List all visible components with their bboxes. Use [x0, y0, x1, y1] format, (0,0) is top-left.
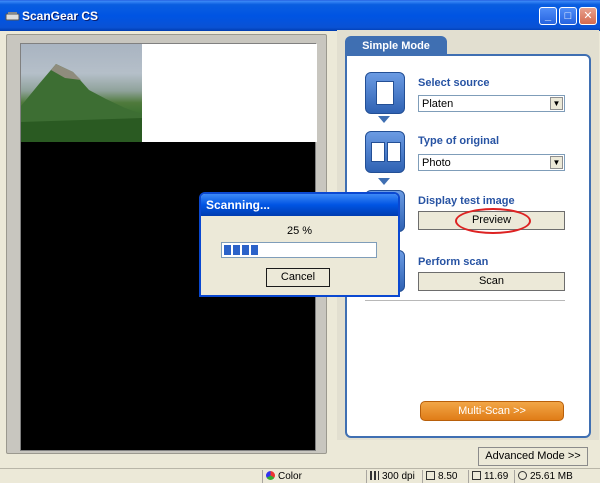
resolution-icon — [370, 471, 379, 480]
select-source-value: Platen — [422, 98, 454, 110]
width-text: 8.50 — [438, 471, 458, 482]
color-mode-icon — [266, 471, 275, 480]
maximize-button[interactable]: □ — [559, 7, 577, 25]
scan-button[interactable]: Scan — [418, 272, 565, 291]
divider — [365, 300, 565, 301]
status-color-mode: Color — [262, 470, 364, 483]
perform-scan-label: Perform scan — [418, 256, 489, 268]
minimize-button[interactable]: _ — [539, 7, 557, 25]
display-test-image-label: Display test image — [418, 195, 515, 207]
multi-scan-button[interactable]: Multi-Scan >> — [420, 401, 564, 421]
status-resolution: 300 dpi — [366, 470, 420, 483]
progress-segment — [224, 245, 231, 255]
type-of-original-value: Photo — [422, 157, 451, 169]
type-of-original-label: Type of original — [418, 135, 500, 147]
type-of-original-icon — [365, 131, 405, 173]
cancel-button[interactable]: Cancel — [266, 268, 330, 287]
dialog-title: Scanning... — [201, 194, 398, 216]
status-height: 11.69 — [468, 470, 512, 483]
progress-percent: 25 % — [286, 225, 313, 237]
chevron-down-icon[interactable]: ▼ — [550, 97, 563, 110]
progress-segment — [233, 245, 240, 255]
step-arrow-icon — [378, 178, 390, 185]
advanced-mode-button[interactable]: Advanced Mode >> — [478, 447, 588, 466]
tab-simple-mode[interactable]: Simple Mode — [345, 36, 447, 56]
select-source-label: Select source — [418, 77, 490, 89]
progress-segment — [251, 245, 258, 255]
close-button[interactable]: ✕ — [579, 7, 597, 25]
width-icon — [426, 471, 435, 480]
progress-segment — [242, 245, 249, 255]
preview-blank-region — [142, 44, 317, 142]
chevron-down-icon[interactable]: ▼ — [550, 156, 563, 169]
title-bar: ScanGear CS _ □ ✕ — [0, 0, 600, 31]
window-title: ScanGear CS — [22, 9, 99, 23]
scanning-dialog: Scanning... 25 % Cancel — [199, 192, 400, 297]
mountain-photo — [21, 64, 142, 142]
file-size-icon — [518, 471, 527, 480]
select-source-icon — [365, 72, 405, 114]
status-bar: Color 300 dpi 8.50 11.69 25.61 MB — [0, 468, 600, 483]
type-of-original-dropdown[interactable]: Photo ▼ — [418, 154, 565, 171]
preview-image — [21, 44, 142, 142]
progress-fill — [224, 245, 258, 255]
select-source-dropdown[interactable]: Platen ▼ — [418, 95, 565, 112]
resolution-text: 300 dpi — [382, 471, 415, 482]
highlight-ellipse — [455, 208, 531, 234]
file-size-text: 25.61 MB — [530, 471, 573, 482]
height-text: 11.69 — [484, 471, 509, 482]
step-arrow-icon — [378, 116, 390, 123]
status-file-size: 25.61 MB — [514, 470, 600, 483]
height-icon — [472, 471, 481, 480]
scanner-icon — [5, 12, 20, 21]
color-mode-text: Color — [278, 471, 302, 482]
progress-bar — [221, 242, 377, 258]
status-width: 8.50 — [422, 470, 466, 483]
